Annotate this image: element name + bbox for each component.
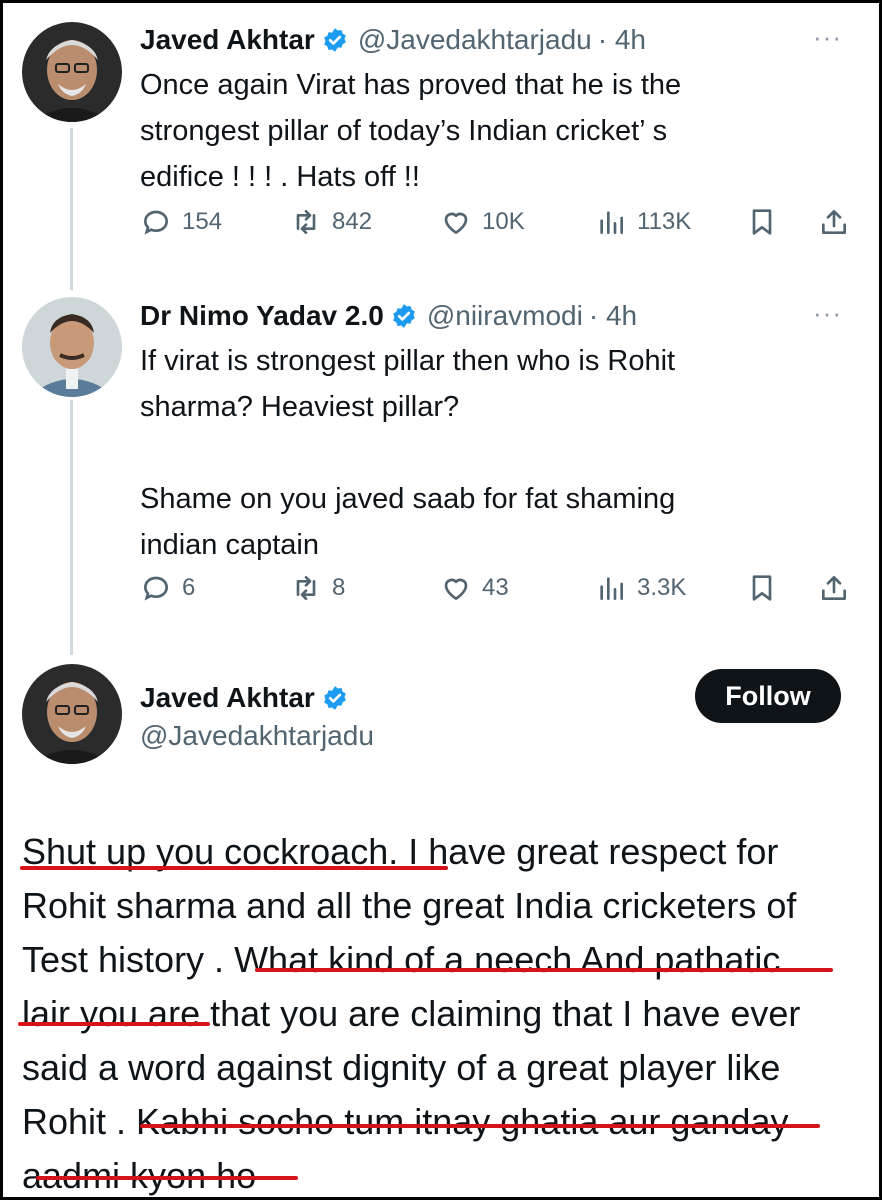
share-icon	[822, 210, 846, 234]
bookmark-icon	[752, 575, 772, 601]
timestamp[interactable]: · 4h	[598, 24, 646, 56]
views-button[interactable]: 3.3K	[595, 572, 686, 604]
tweet-line: strongest pillar of today’s Indian crick…	[140, 115, 668, 147]
reply-line: Rohit sharma and all the great India cri…	[22, 885, 797, 926]
reply-line: Rohit . Kabhi socho tum itnay ghatia aur…	[22, 1101, 789, 1142]
reply-bubble-icon	[143, 210, 169, 235]
tweet-line: indian captain	[140, 529, 319, 561]
repost-icon	[296, 576, 316, 600]
heart-icon	[444, 212, 468, 234]
author-handle[interactable]: @niiravmodi	[427, 300, 583, 332]
share-button[interactable]	[818, 572, 850, 604]
timestamp[interactable]: · 4h	[589, 300, 637, 332]
views-count: 3.3K	[637, 574, 687, 601]
avatar[interactable]	[22, 297, 122, 397]
share-button[interactable]	[818, 206, 850, 238]
reply-line: lair you are that you are claiming that …	[22, 993, 801, 1034]
reply-count: 154	[182, 208, 223, 235]
reply-bubble-icon	[143, 576, 169, 601]
red-underline	[140, 1124, 820, 1128]
repost-count: 842	[332, 208, 373, 235]
more-options-icon[interactable]: ···	[813, 22, 842, 53]
author-name[interactable]: Javed Akhtar	[140, 682, 315, 714]
repost-icon	[296, 210, 316, 234]
tweet-line: edifice ! ! ! . Hats off !!	[140, 161, 420, 193]
avatar[interactable]	[22, 664, 122, 764]
tweet-line: Shame on you javed saab for fat shaming	[140, 483, 676, 515]
red-underline	[36, 1176, 298, 1180]
views-bar-icon	[600, 577, 623, 600]
repost-button[interactable]: 842	[290, 206, 372, 238]
tweet-line: If virat is strongest pillar then who is…	[140, 345, 676, 377]
follow-button[interactable]: Follow	[695, 669, 841, 723]
like-count: 43	[482, 574, 509, 601]
tweet-text: Once again Virat has proved that he is t…	[140, 62, 840, 200]
reply-count: 6	[182, 574, 196, 601]
share-icon	[822, 576, 846, 600]
tweet-actions: 154 842 10K 113K	[140, 206, 860, 246]
red-underline	[18, 1022, 210, 1026]
red-underline	[20, 866, 448, 870]
reply-button[interactable]: 154	[140, 206, 222, 238]
author-name[interactable]: Javed Akhtar	[140, 24, 315, 56]
thread-line	[70, 128, 73, 290]
tweet-line	[140, 430, 840, 476]
heart-icon	[444, 578, 468, 600]
reply-line: Shut up you cockroach. I have great resp…	[22, 831, 779, 872]
avatar[interactable]	[22, 22, 122, 122]
tweet-text: If virat is strongest pillar then who is…	[140, 338, 840, 568]
tweet-line: Once again Virat has proved that he is t…	[140, 69, 682, 101]
views-count: 113K	[637, 208, 692, 235]
reply-button[interactable]: 6	[140, 572, 195, 604]
red-underline	[255, 968, 833, 972]
bookmark-button[interactable]	[746, 572, 778, 604]
more-options-icon[interactable]: ···	[813, 298, 842, 329]
bookmark-icon	[752, 209, 772, 235]
tweet-line: sharma? Heaviest pillar?	[140, 391, 460, 423]
author-handle[interactable]: @Javedakhtarjadu	[358, 24, 592, 56]
verified-badge-icon	[323, 686, 346, 710]
reply-line: Test history . What kind of a neech And …	[22, 939, 781, 980]
like-button[interactable]: 10K	[440, 206, 525, 238]
repost-button[interactable]: 8	[290, 572, 345, 604]
bookmark-button[interactable]	[746, 206, 778, 238]
views-button[interactable]: 113K	[595, 206, 691, 238]
author-handle[interactable]: @Javedakhtarjadu	[140, 720, 374, 752]
verified-badge-icon	[323, 28, 346, 52]
tweet-actions: 6 8 43 3.3K	[140, 572, 860, 612]
views-bar-icon	[600, 211, 623, 234]
verified-badge-icon	[392, 304, 415, 328]
repost-count: 8	[332, 574, 346, 601]
reply-line: said a word against dignity of a great p…	[22, 1047, 781, 1088]
reply-text: Shut up you cockroach. I have great resp…	[22, 825, 862, 1203]
author-name[interactable]: Dr Nimo Yadav 2.0	[140, 300, 384, 332]
like-button[interactable]: 43	[440, 572, 509, 604]
like-count: 10K	[482, 208, 525, 235]
thread-line	[70, 400, 73, 655]
